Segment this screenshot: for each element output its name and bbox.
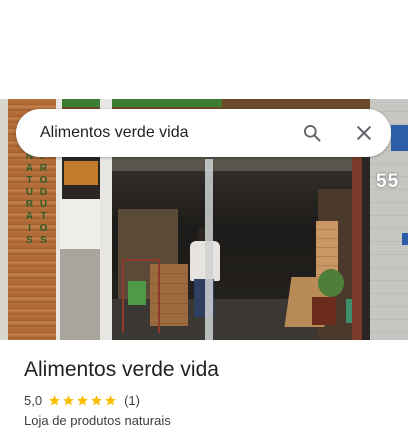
street-sidewalk (60, 249, 104, 340)
left-wall (0, 99, 8, 340)
plant-pot (312, 297, 336, 325)
close-icon[interactable] (354, 123, 374, 143)
place-title: Alimentos verde vida (24, 358, 219, 381)
search-bar[interactable]: Alimentos verde vida (16, 109, 391, 157)
review-count[interactable]: (1) (124, 393, 140, 408)
street-awning (64, 161, 98, 185)
rating-row[interactable]: 5,0 (1) (24, 392, 140, 408)
small-blue-sign (402, 233, 408, 245)
place-info-panel: Alimentos verde vida 5,0 (1) Loja de pro… (0, 340, 408, 438)
potted-plant (318, 269, 344, 297)
star-icon (105, 394, 116, 405)
rating-value: 5,0 (24, 392, 43, 408)
blue-wall-sign (391, 125, 408, 151)
glass-door-frame (205, 159, 213, 340)
star-icon (49, 394, 60, 405)
green-rack-sign (128, 281, 146, 305)
star-icon (63, 394, 74, 405)
search-query-text[interactable]: Alimentos verde vida (40, 124, 189, 142)
star-icon (77, 394, 88, 405)
top-blank-area (0, 0, 408, 99)
star-rating (48, 394, 118, 407)
door-frame (352, 139, 362, 340)
house-number: 55 (376, 171, 400, 192)
star-icon (91, 394, 102, 405)
search-icon[interactable] (302, 123, 322, 143)
place-category: Loja de produtos naturais (24, 413, 171, 428)
